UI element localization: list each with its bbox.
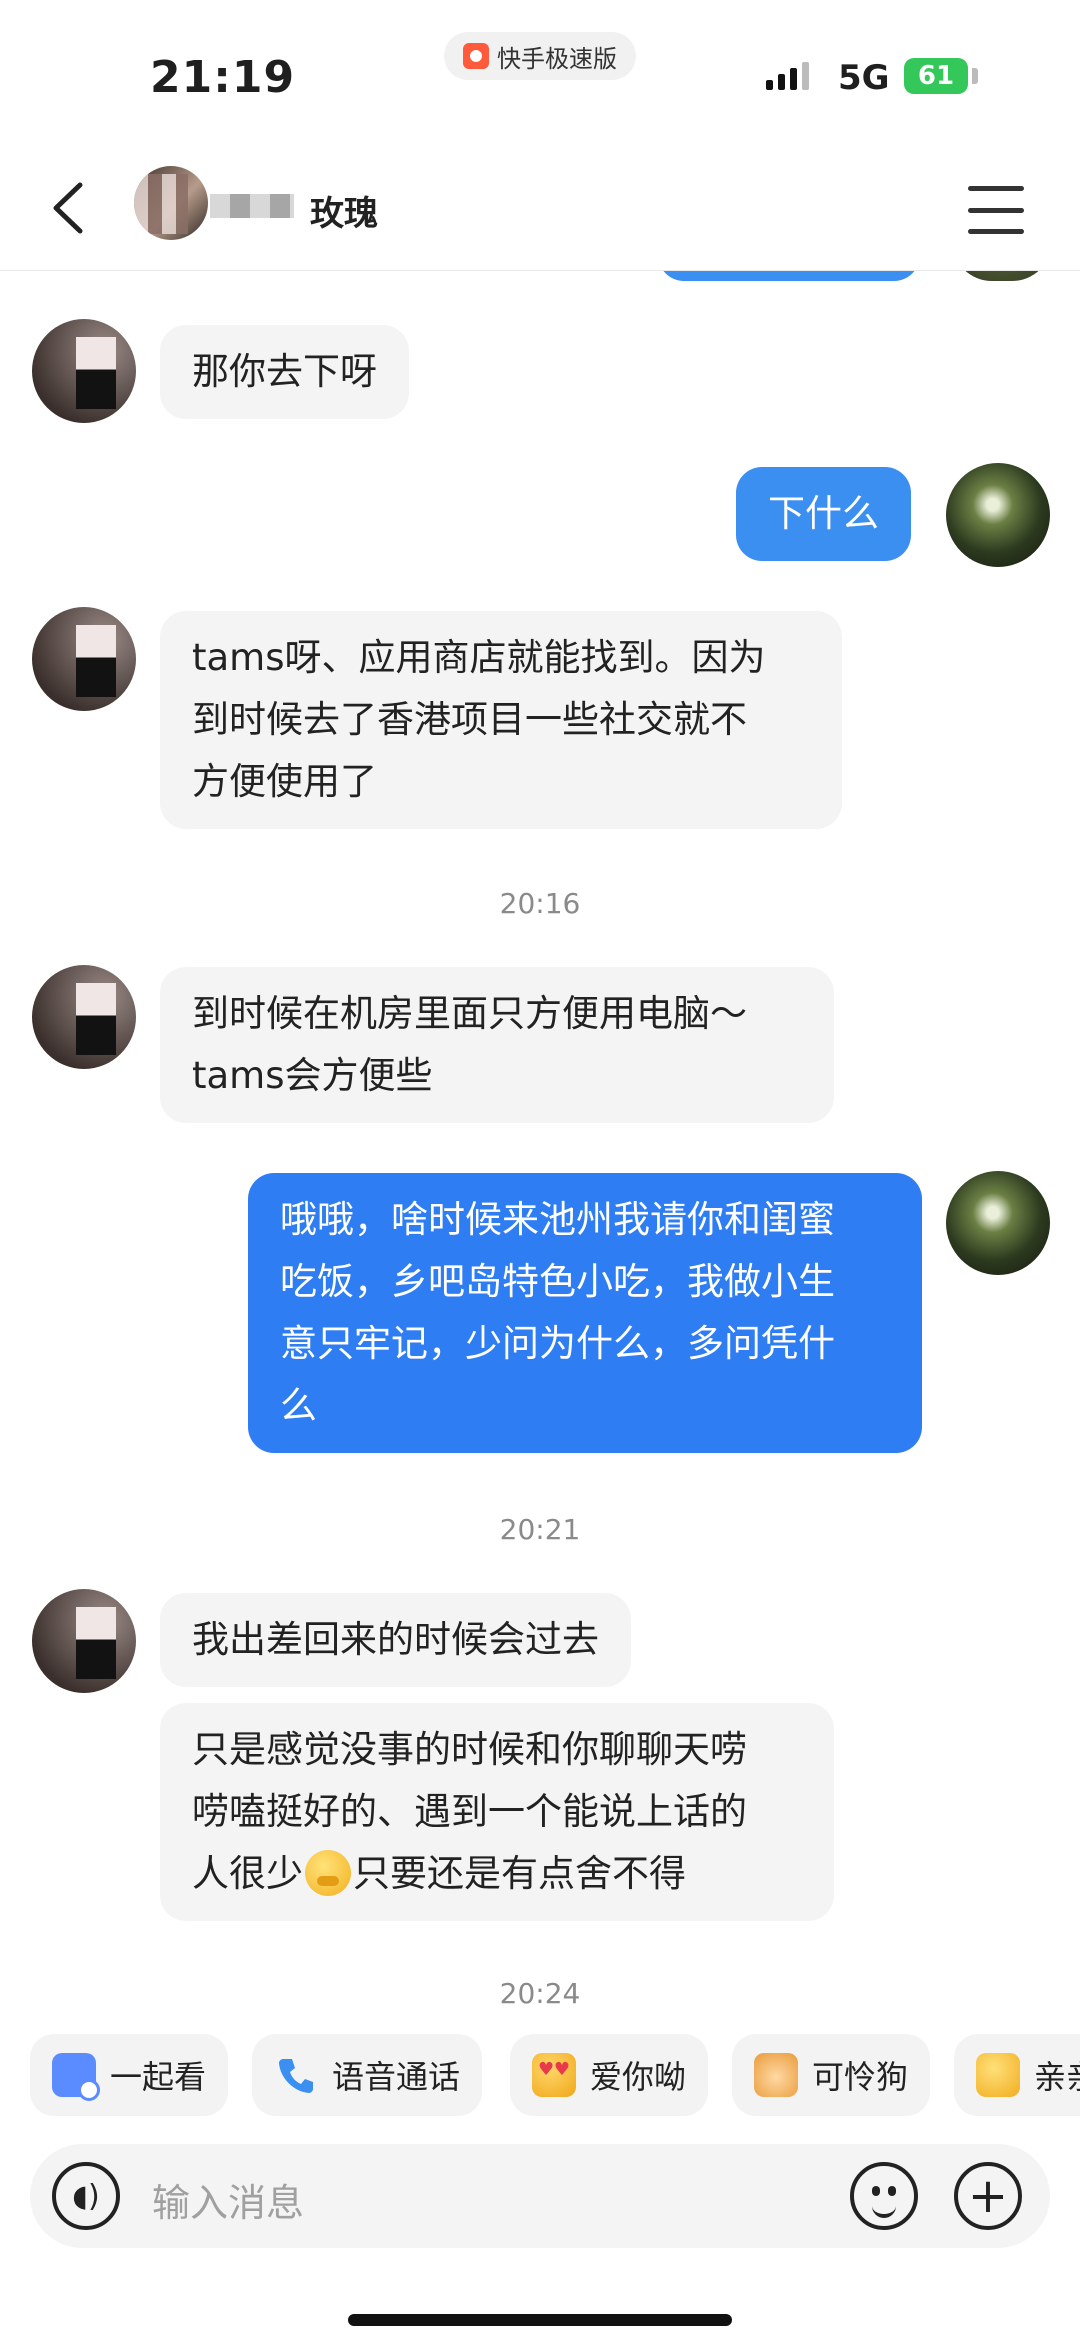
voice-input-button[interactable]: ◖) (52, 2162, 120, 2230)
chevron-left-icon (53, 182, 83, 234)
my-avatar[interactable] (946, 1171, 1050, 1275)
contact-avatar[interactable] (134, 166, 208, 240)
quick-action-bar[interactable]: 一起看 语音通话 爱你呦 可怜狗 亲亲 (0, 2030, 1080, 2120)
incoming-message[interactable]: 那你去下呀 (160, 325, 409, 419)
contact-avatar-small[interactable] (32, 965, 136, 1069)
shy-emoji-icon (305, 1850, 351, 1896)
message-line: 哦哦，啥时候来池州我请你和闺蜜 (280, 1198, 835, 1241)
love-emoji-icon (532, 2053, 576, 2097)
more-button[interactable]: + (954, 2162, 1022, 2230)
pixelated-name-mask (210, 194, 294, 218)
app-name: 快手极速版 (497, 44, 617, 73)
message-timestamp: 20:16 (499, 887, 581, 920)
pitiful-dog-icon (754, 2053, 798, 2097)
chat-header: 玫瑰 (0, 150, 1080, 271)
home-indicator[interactable] (348, 2314, 732, 2326)
message-line: 方便使用了 (192, 760, 377, 803)
emoji-button[interactable] (850, 2162, 918, 2230)
chip-label: 一起看 (110, 2058, 207, 2096)
quick-action-voice-call[interactable]: 语音通话 (252, 2034, 483, 2116)
message-input-bar: ◖) 输入消息 + (30, 2144, 1050, 2248)
message-line: 意只牢记，少问为什么，多问凭什 (280, 1322, 835, 1365)
message-line: 到时候在机房里面只方便用电脑～ (192, 992, 747, 1035)
message-text: 只要还是有点舍不得 (353, 1852, 686, 1895)
message-input[interactable]: 输入消息 (152, 2172, 304, 2227)
incoming-message[interactable]: 我出差回来的时候会过去 (160, 1593, 631, 1687)
chip-label: 可怜狗 (812, 2058, 909, 2096)
message-timestamp: 20:21 (499, 1513, 581, 1546)
incoming-message[interactable]: tams呀、应用商店就能找到。因为 到时候去了香港项目一些社交就不 方便使用了 (160, 611, 842, 829)
outgoing-message[interactable]: 下什么 (736, 467, 911, 561)
smile-icon (872, 2202, 896, 2218)
outgoing-message[interactable]: 哦哦，啥时候来池州我请你和闺蜜 吃饭，乡吧岛特色小吃，我做小生 意只牢记，少问为… (248, 1173, 922, 1453)
signal-icon (766, 62, 809, 90)
quick-action-pitiful-dog[interactable]: 可怜狗 (732, 2034, 931, 2116)
quick-action-love-you[interactable]: 爱你呦 (510, 2034, 709, 2116)
battery-tip (972, 68, 978, 84)
chip-label: 爱你呦 (590, 2058, 687, 2096)
contact-avatar-small[interactable] (32, 607, 136, 711)
chip-label: 亲亲 (1034, 2058, 1080, 2096)
status-time: 21:19 (150, 52, 296, 103)
battery-level: 61 (917, 61, 955, 91)
back-button[interactable] (38, 178, 98, 238)
message-line: tams会方便些 (192, 1054, 433, 1097)
quick-action-hug[interactable]: 亲亲 (954, 2034, 1080, 2116)
voice-icon: ◖) (72, 2178, 100, 2214)
network-type: 5G (838, 58, 890, 98)
quick-action-watch-together[interactable]: 一起看 (30, 2034, 229, 2116)
contact-avatar-small[interactable] (32, 1589, 136, 1693)
message-line: 只是感觉没事的时候和你聊聊天唠 (192, 1728, 747, 1771)
message-line: 人很少 只要还是有点舍不得 (192, 1843, 802, 1905)
chip-label: 语音通话 (332, 2058, 461, 2096)
kuaishou-logo-icon (463, 43, 489, 69)
phone-icon (274, 2053, 318, 2097)
partial-outgoing-bubble (658, 271, 920, 281)
message-line: tams呀、应用商店就能找到。因为 (192, 636, 766, 679)
message-line: 到时候去了香港项目一些社交就不 (192, 698, 747, 741)
message-line: 唠嗑挺好的、遇到一个能说上话的 (192, 1790, 747, 1833)
status-bar: 21:19 快手极速版 5G 61 (0, 0, 1080, 150)
contact-name[interactable]: 玫瑰 (310, 186, 378, 235)
message-timestamp: 20:24 (499, 1977, 581, 2010)
contact-avatar-small[interactable] (32, 319, 136, 423)
menu-icon[interactable] (968, 186, 1024, 234)
message-line: 么 (280, 1384, 317, 1427)
message-list[interactable]: 那你去下呀 下什么 tams呀、应用商店就能找到。因为 到时候去了香港项目一些社… (0, 271, 1080, 2021)
incoming-message[interactable]: 只是感觉没事的时候和你聊聊天唠 唠嗑挺好的、遇到一个能说上话的 人很少 只要还是有… (160, 1703, 834, 1921)
plus-icon: + (967, 2168, 1009, 2224)
hug-emoji-icon (976, 2053, 1020, 2097)
partial-my-avatar (952, 271, 1052, 281)
message-line: 吃饭，乡吧岛特色小吃，我做小生 (280, 1260, 835, 1303)
my-avatar[interactable] (946, 463, 1050, 567)
incoming-message[interactable]: 到时候在机房里面只方便用电脑～ tams会方便些 (160, 967, 834, 1123)
message-text: 人很少 (192, 1852, 303, 1895)
watch-together-icon (52, 2053, 100, 2101)
back-to-app-pill[interactable]: 快手极速版 (444, 32, 636, 80)
battery-icon: 61 (904, 58, 968, 94)
